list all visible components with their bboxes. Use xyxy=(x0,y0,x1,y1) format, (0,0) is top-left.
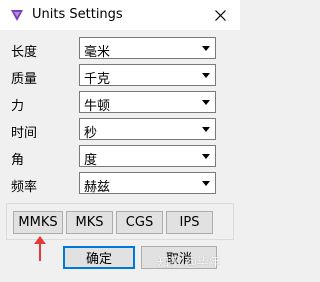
length-unit-select[interactable]: 毫米 xyxy=(79,37,216,60)
selected-value: 牛顿 xyxy=(84,99,111,114)
setting-row-frequency: 频率 赫兹 xyxy=(0,172,240,198)
selected-value: 秒 xyxy=(84,126,98,141)
title-bar[interactable]: Units Settings xyxy=(0,0,240,30)
mmks-button[interactable]: MMKS xyxy=(13,211,63,234)
selected-value: 毫米 xyxy=(84,45,111,60)
selected-value: 度 xyxy=(84,153,98,168)
time-unit-select[interactable]: 秒 xyxy=(79,118,216,141)
window-title: Units Settings xyxy=(32,7,123,22)
watermark: 知乎 @毕年 xyxy=(157,255,221,269)
cgs-button[interactable]: CGS xyxy=(116,211,163,234)
annotation-arrow-icon xyxy=(34,236,46,261)
setting-label: 时间 xyxy=(11,126,38,141)
setting-row-time: 时间 秒 xyxy=(0,118,240,144)
setting-label: 频率 xyxy=(11,180,38,195)
ok-button[interactable]: 确定 xyxy=(63,246,135,269)
setting-row-mass: 质量 千克 xyxy=(0,64,240,90)
frequency-unit-select[interactable]: 赫兹 xyxy=(79,172,216,195)
dropdown-arrow-icon[interactable] xyxy=(198,66,214,84)
ips-button[interactable]: IPS xyxy=(166,211,213,234)
close-button[interactable] xyxy=(200,0,240,30)
setting-row-angle: 角 度 xyxy=(0,145,240,171)
selected-value: 赫兹 xyxy=(84,180,111,195)
setting-label: 长度 xyxy=(11,45,38,60)
app-icon xyxy=(11,10,23,21)
mks-button[interactable]: MKS xyxy=(66,211,113,234)
dropdown-arrow-icon[interactable] xyxy=(198,39,214,57)
setting-label: 角 xyxy=(11,153,25,168)
setting-row-force: 力 牛顿 xyxy=(0,91,240,117)
selected-value: 千克 xyxy=(84,72,111,87)
setting-row-length: 长度 毫米 xyxy=(0,37,240,63)
dropdown-arrow-icon[interactable] xyxy=(198,120,214,138)
setting-label: 质量 xyxy=(11,72,38,87)
close-icon xyxy=(214,9,226,21)
mass-unit-select[interactable]: 千克 xyxy=(79,64,216,87)
dropdown-arrow-icon[interactable] xyxy=(198,174,214,192)
dropdown-arrow-icon[interactable] xyxy=(198,147,214,165)
setting-label: 力 xyxy=(11,99,25,114)
angle-unit-select[interactable]: 度 xyxy=(79,145,216,168)
force-unit-select[interactable]: 牛顿 xyxy=(79,91,216,114)
dropdown-arrow-icon[interactable] xyxy=(198,93,214,111)
